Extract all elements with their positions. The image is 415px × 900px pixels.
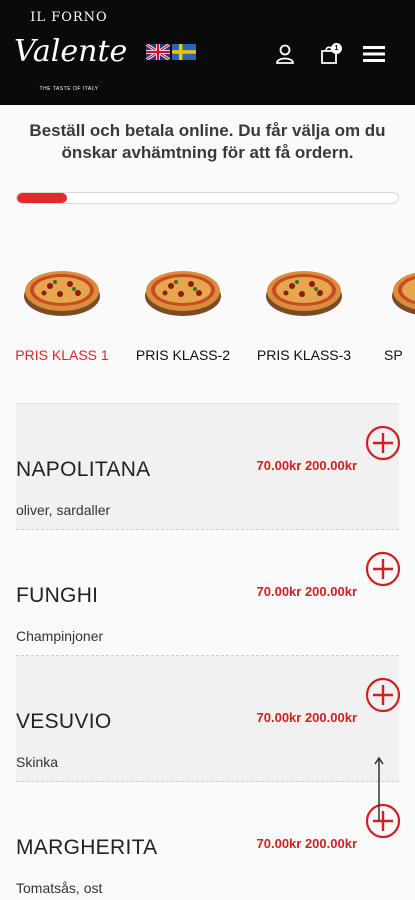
account-icon[interactable] <box>272 42 298 66</box>
pizza-icon <box>24 271 100 316</box>
category-label: PRIS KLASS-2 <box>135 347 231 363</box>
brand-logo[interactable]: IL FORNO Valente THE TASTE OF ITALY <box>14 6 128 101</box>
add-to-cart-icon[interactable] <box>365 551 401 587</box>
scroll-to-top-arrow-icon[interactable] <box>373 756 385 822</box>
menu-list: NAPOLITANA 70.00kr 200.00kr oliver, sard… <box>0 404 415 900</box>
item-prices: 70.00kr 200.00kr <box>256 836 357 851</box>
pizza-icon <box>392 272 415 315</box>
add-to-cart-icon[interactable] <box>365 677 401 713</box>
item-description: Champinjoner <box>16 628 104 644</box>
menu-item-funghi: FUNGHI 70.00kr 200.00kr Champinjoner <box>0 530 415 656</box>
pizza-icon <box>145 271 221 316</box>
intro-text: Beställ och betala online. Du får välja … <box>29 121 386 162</box>
logo-top-text: IL FORNO <box>30 10 108 25</box>
category-label: PRIS KLASS-3 <box>256 347 352 363</box>
item-prices: 70.00kr 200.00kr <box>256 458 357 473</box>
uk-flag-icon[interactable] <box>146 44 170 60</box>
category-pris-klass-1[interactable]: PRIS KLASS 1 <box>2 250 122 380</box>
category-pris-klass-2[interactable]: PRIS KLASS-2 <box>123 250 243 380</box>
item-description: oliver, sardaller <box>16 502 111 518</box>
logo-tagline: THE TASTE OF ITALY <box>39 86 99 92</box>
logo-script-text: Valente <box>14 34 128 69</box>
progress-bar <box>16 192 399 204</box>
menu-item-vesuvio: VESUVIO 70.00kr 200.00kr Skinka <box>0 656 415 782</box>
pizza-icon <box>266 271 342 316</box>
category-carousel: PRIS KLASS 1 PRIS KLASS-2 PRIS KLASS-3 S… <box>0 250 415 380</box>
item-name: MARGHERITA <box>16 836 158 859</box>
category-pris-klass-3[interactable]: PRIS KLASS-3 <box>244 250 364 380</box>
menu-item-margherita: MARGHERITA 70.00kr 200.00kr Tomatsås, os… <box>0 782 415 900</box>
menu-item-napolitana: NAPOLITANA 70.00kr 200.00kr oliver, sard… <box>0 404 415 530</box>
item-prices: 70.00kr 200.00kr <box>256 584 357 599</box>
sweden-flag-icon[interactable] <box>172 44 196 60</box>
progress-fill <box>17 193 67 203</box>
item-name: VESUVIO <box>16 710 112 733</box>
item-description: Skinka <box>16 754 59 770</box>
category-partial[interactable]: SP <box>380 250 415 380</box>
item-description: Tomatsås, ost <box>16 880 103 896</box>
hamburger-menu-icon[interactable] <box>361 42 387 66</box>
site-header: IL FORNO Valente THE TASTE OF ITALY 1 <box>0 0 415 105</box>
category-label: PRIS KLASS 1 <box>15 347 109 363</box>
item-name: FUNGHI <box>16 584 99 607</box>
cart-icon[interactable]: 1 <box>317 42 343 66</box>
item-name: NAPOLITANA <box>16 458 151 481</box>
cart-count-badge: 1 <box>331 43 342 54</box>
item-prices: 70.00kr 200.00kr <box>256 710 357 725</box>
language-switcher <box>146 44 196 60</box>
add-to-cart-icon[interactable] <box>365 425 401 461</box>
category-label: SP <box>384 347 403 363</box>
